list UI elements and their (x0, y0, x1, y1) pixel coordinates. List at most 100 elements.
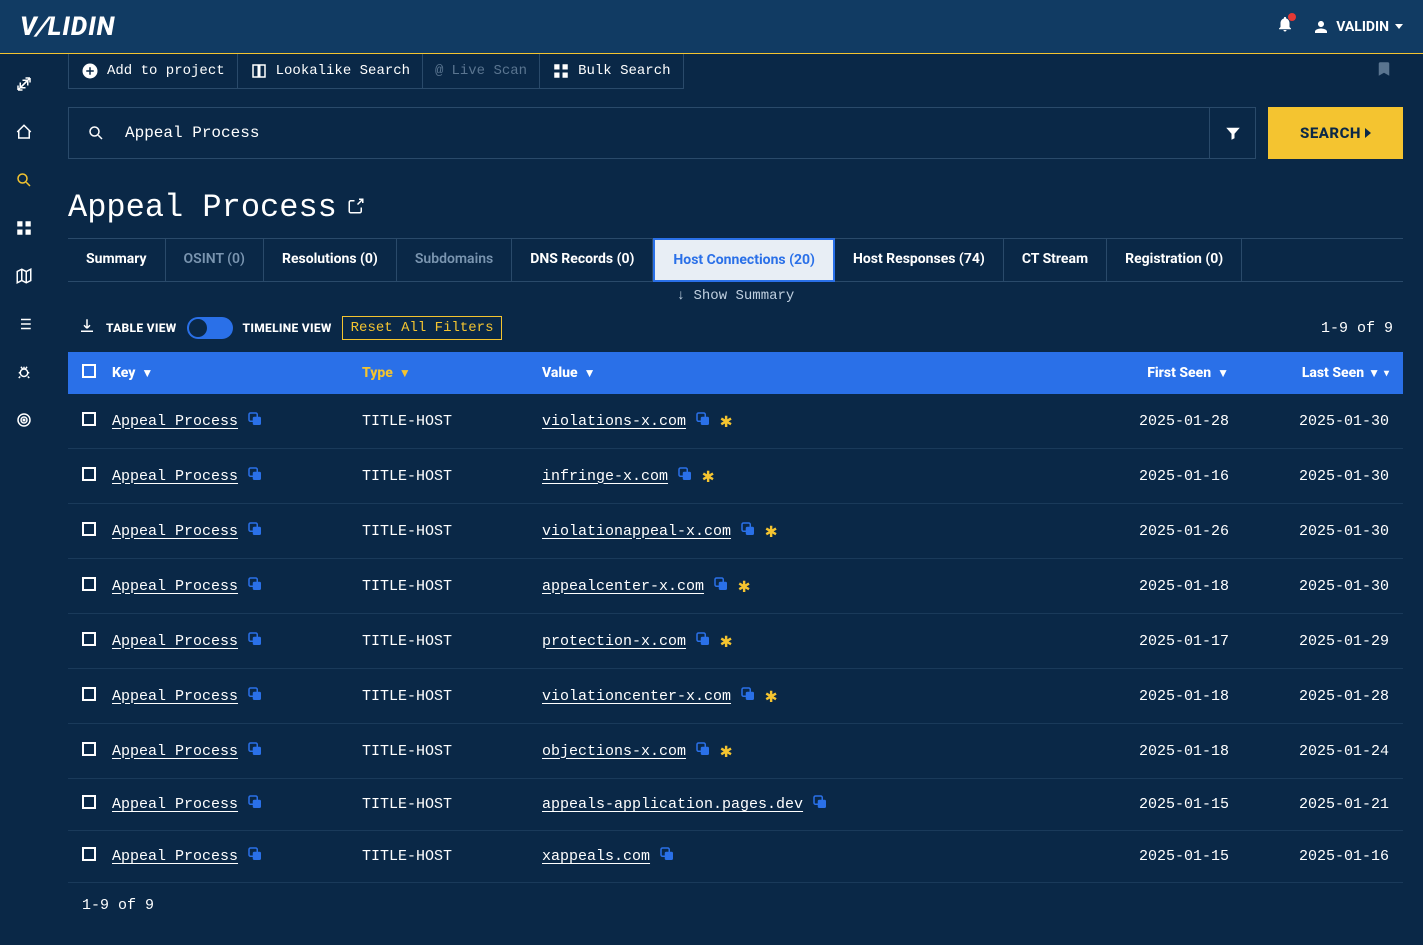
key-link[interactable]: Appeal Process (112, 413, 238, 430)
copy-icon[interactable] (246, 575, 264, 598)
tab[interactable]: OSINT (0) (166, 239, 264, 281)
copy-icon[interactable] (658, 845, 676, 868)
copy-icon[interactable] (246, 845, 264, 868)
bulk-search-button[interactable]: Bulk Search (540, 54, 682, 88)
col-first-seen[interactable]: First Seen ▼ (1054, 365, 1229, 381)
value-link[interactable]: violationappeal-x.com (542, 523, 731, 540)
type-cell: TITLE-HOST (362, 796, 542, 813)
left-sidebar (0, 54, 48, 945)
row-checkbox[interactable] (82, 577, 96, 591)
table-row: Appeal Process TITLE-HOST xappeals.com 2… (68, 831, 1403, 883)
value-link[interactable]: xappeals.com (542, 848, 650, 865)
row-checkbox[interactable] (82, 522, 96, 536)
main-content: Add to project Lookalike Search @ Live S… (48, 54, 1423, 945)
live-scan-button: @ Live Scan (423, 54, 540, 88)
copy-icon[interactable] (676, 465, 694, 488)
tab[interactable]: Summary (68, 239, 166, 281)
key-link[interactable]: Appeal Process (112, 468, 238, 485)
value-link[interactable]: infringe-x.com (542, 468, 668, 485)
copy-icon[interactable] (811, 793, 829, 816)
notifications-icon[interactable] (1276, 15, 1294, 38)
tab[interactable]: Resolutions (0) (264, 239, 397, 281)
tab[interactable]: DNS Records (0) (512, 239, 653, 281)
tab[interactable]: CT Stream (1004, 239, 1107, 281)
bookmark-icon[interactable] (1375, 59, 1393, 84)
tab[interactable]: Subdomains (397, 239, 512, 281)
table-header: Key ▼ Type ▼ Value ▼ First Seen ▼ Last S… (68, 352, 1403, 394)
type-cell: TITLE-HOST (362, 468, 542, 485)
copy-icon[interactable] (694, 410, 712, 433)
last-seen-cell: 2025-01-30 (1229, 413, 1389, 430)
search-input[interactable] (125, 124, 1191, 142)
grid-icon[interactable] (14, 218, 34, 238)
user-menu[interactable]: VALIDIN (1312, 18, 1403, 36)
copy-icon[interactable] (246, 793, 264, 816)
copy-icon[interactable] (246, 685, 264, 708)
bug-icon[interactable] (14, 362, 34, 382)
sort-desc-icon: ▾ (1384, 368, 1389, 379)
key-link[interactable]: Appeal Process (112, 688, 238, 705)
copy-icon[interactable] (712, 575, 730, 598)
target-icon[interactable] (14, 410, 34, 430)
external-link-icon[interactable] (347, 196, 365, 220)
arrow-down-icon: ↓ (677, 288, 685, 304)
copy-icon[interactable] (739, 685, 757, 708)
logo[interactable]: V/LIDIN (20, 12, 115, 42)
copy-icon[interactable] (739, 520, 757, 543)
view-toggle[interactable] (187, 317, 233, 339)
row-checkbox[interactable] (82, 412, 96, 426)
select-all-checkbox[interactable] (82, 364, 96, 378)
key-link[interactable]: Appeal Process (112, 796, 238, 813)
list-icon[interactable] (14, 314, 34, 334)
col-value[interactable]: Value ▼ (542, 365, 1054, 381)
copy-icon[interactable] (694, 740, 712, 763)
value-link[interactable]: appeals-application.pages.dev (542, 796, 803, 813)
row-checkbox[interactable] (82, 795, 96, 809)
copy-icon[interactable] (246, 740, 264, 763)
timeline-view-label: TIMELINE VIEW (243, 321, 332, 335)
last-seen-cell: 2025-01-30 (1229, 468, 1389, 485)
value-link[interactable]: violationcenter-x.com (542, 688, 731, 705)
copy-icon[interactable] (246, 630, 264, 653)
key-link[interactable]: Appeal Process (112, 848, 238, 865)
last-seen-cell: 2025-01-24 (1229, 743, 1389, 760)
map-icon[interactable] (14, 266, 34, 286)
copy-icon[interactable] (246, 410, 264, 433)
key-link[interactable]: Appeal Process (112, 743, 238, 760)
key-link[interactable]: Appeal Process (112, 578, 238, 595)
copy-icon[interactable] (694, 630, 712, 653)
row-checkbox[interactable] (82, 687, 96, 701)
tab[interactable]: Host Connections (20) (653, 238, 835, 282)
reset-filters-button[interactable]: Reset All Filters (342, 316, 503, 340)
add-to-project-button[interactable]: Add to project (69, 54, 238, 88)
col-last-seen[interactable]: Last Seen ▼▾ (1229, 365, 1389, 381)
table-row: Appeal Process TITLE-HOST appealcenter-x… (68, 559, 1403, 614)
filter-button[interactable] (1210, 107, 1256, 159)
expand-icon[interactable] (14, 74, 34, 94)
col-key[interactable]: Key ▼ (112, 365, 362, 381)
download-icon[interactable] (78, 317, 96, 339)
value-link[interactable]: violations-x.com (542, 413, 686, 430)
key-link[interactable]: Appeal Process (112, 523, 238, 540)
value-link[interactable]: appealcenter-x.com (542, 578, 704, 595)
key-link[interactable]: Appeal Process (112, 633, 238, 650)
copy-icon[interactable] (246, 520, 264, 543)
value-link[interactable]: objections-x.com (542, 743, 686, 760)
tabs: SummaryOSINT (0)Resolutions (0)Subdomain… (68, 238, 1403, 282)
last-seen-cell: 2025-01-30 (1229, 523, 1389, 540)
col-type[interactable]: Type ▼ (362, 365, 542, 381)
lookalike-search-button[interactable]: Lookalike Search (238, 54, 423, 88)
value-link[interactable]: protection-x.com (542, 633, 686, 650)
tab[interactable]: Host Responses (74) (835, 239, 1004, 281)
show-summary-toggle[interactable]: ↓ Show Summary (68, 282, 1403, 310)
tab[interactable]: Registration (0) (1107, 239, 1242, 281)
row-checkbox[interactable] (82, 742, 96, 756)
row-checkbox[interactable] (82, 847, 96, 861)
search-button[interactable]: SEARCH (1268, 107, 1403, 159)
row-checkbox[interactable] (82, 467, 96, 481)
copy-icon[interactable] (246, 465, 264, 488)
row-checkbox[interactable] (82, 632, 96, 646)
home-icon[interactable] (14, 122, 34, 142)
search-icon[interactable] (14, 170, 34, 190)
table-row: Appeal Process TITLE-HOST appeals-applic… (68, 779, 1403, 831)
